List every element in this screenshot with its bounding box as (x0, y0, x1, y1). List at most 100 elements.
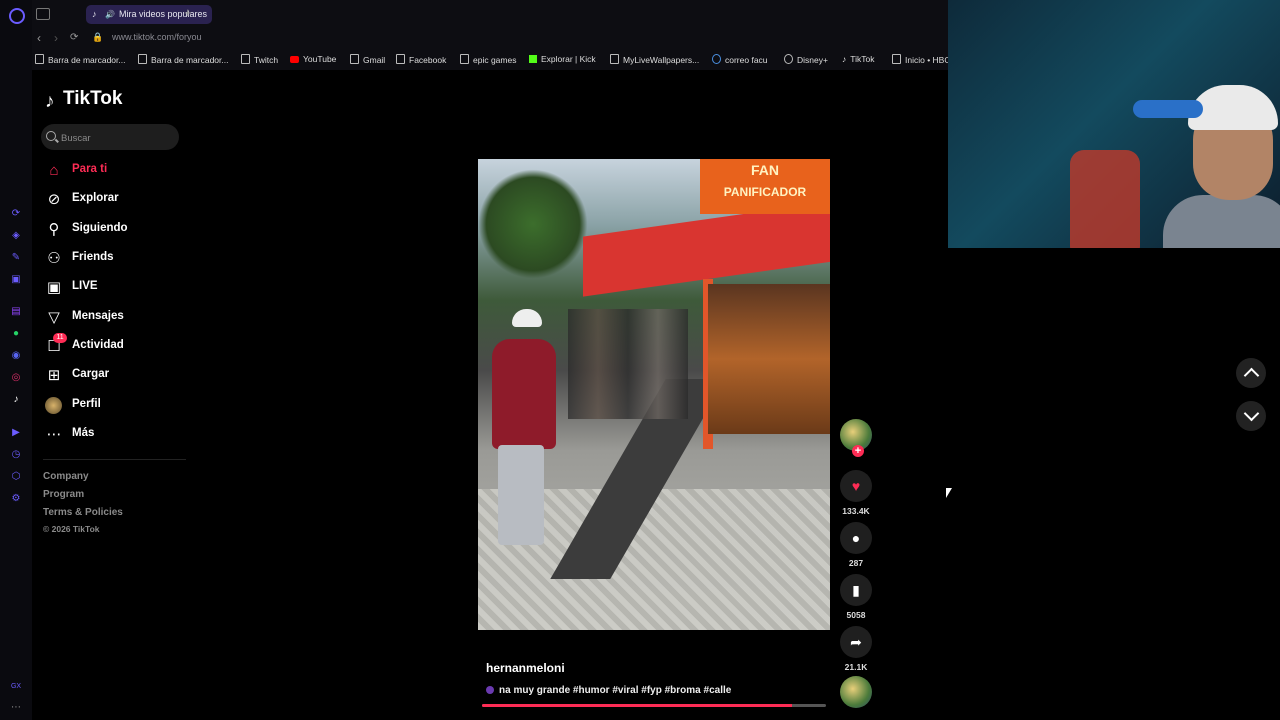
bookmark-item[interactable]: Barra de marcador... (35, 54, 125, 65)
bookmark-item[interactable]: Explorar | Kick (529, 54, 596, 64)
instagram-panel-icon[interactable]: ◎ (10, 372, 22, 384)
disney-icon (784, 54, 793, 64)
speaker-icon[interactable]: 🔊 (105, 10, 115, 19)
page-icon (610, 54, 619, 64)
extensions-panel-icon[interactable]: ⬡ (10, 471, 22, 483)
nav-item-siguiendo[interactable]: ⚲ Siguiendo (45, 218, 185, 242)
webcam-chair (1070, 150, 1140, 248)
bookmarks-bar: Barra de marcador... Barra de marcador..… (32, 48, 951, 70)
player-panel-icon[interactable]: ▶ (10, 427, 22, 439)
webcam-overlay (948, 0, 1280, 248)
forward-icon[interactable]: › (54, 31, 58, 45)
comment-button[interactable]: ● (840, 522, 872, 554)
user-follow-icon: ⚲ (48, 221, 60, 238)
video-player[interactable]: FAN PANIFICADOR (478, 159, 830, 630)
video-progress-bar[interactable] (482, 704, 826, 707)
reload-icon[interactable]: ⟳ (70, 32, 78, 43)
bookmark-item[interactable]: Barra de marcador... (138, 54, 228, 65)
nav-item-live[interactable]: ▣ LIVE (45, 276, 185, 300)
bookmark-item[interactable]: MyLiveWallpapers... (610, 54, 699, 65)
folder-icon (35, 54, 44, 64)
bookmark-item[interactable]: Twitch (241, 54, 278, 65)
chevron-down-icon (1243, 405, 1260, 422)
search-input[interactable] (59, 124, 173, 152)
bookmark-item[interactable]: correo facu (712, 54, 768, 65)
bookmark-item[interactable]: Gmail (350, 54, 385, 65)
profile-avatar-icon (45, 397, 62, 414)
share-button[interactable]: ➦ (840, 626, 872, 658)
whatsapp-panel-icon[interactable]: ● (10, 328, 22, 340)
footer-link-program[interactable]: Program (43, 489, 84, 500)
more-panel-icon[interactable]: ⋯ (10, 702, 22, 714)
page-icon (241, 54, 250, 64)
video-progress-fill (482, 704, 792, 707)
nav-item-explorar[interactable]: ⊘ Explorar (45, 188, 185, 212)
share-count: 21.1K (844, 662, 868, 672)
back-icon[interactable]: ‹ (37, 31, 41, 45)
kick-icon (529, 55, 537, 63)
bookmark-item[interactable]: epic games (460, 54, 516, 65)
nav-item-mensajes[interactable]: ▽ Mensajes (45, 306, 185, 330)
tiktok-logo[interactable]: ♪ TikTok (45, 88, 122, 112)
refresh-panel-icon[interactable]: ⟳ (10, 208, 22, 220)
save-button[interactable]: ▮ (840, 574, 872, 606)
footer-link-company[interactable]: Company (43, 471, 89, 482)
edit-panel-icon[interactable]: ✎ (10, 252, 22, 264)
page-icon (460, 54, 469, 64)
nav-item-actividad[interactable]: ☐ 11 Actividad (45, 333, 185, 359)
history-panel-icon[interactable]: ◷ (10, 449, 22, 461)
emoji-icon (486, 686, 494, 694)
tiktok-favicon-icon: ♪ (92, 9, 97, 19)
nav-item-para-ti[interactable]: ⌂ Para ti (45, 159, 185, 183)
search-icon (46, 131, 56, 141)
nav-item-cargar[interactable]: ⊞ Cargar (45, 364, 185, 388)
tiktok-note-icon: ♪ (45, 91, 55, 112)
save-count: 5058 (846, 610, 866, 620)
new-tab-icon[interactable]: + (184, 5, 192, 20)
opera-logo-icon[interactable] (9, 8, 25, 24)
discord-panel-icon[interactable]: ◉ (10, 350, 22, 362)
nav-item-perfil[interactable]: Perfil (45, 394, 185, 418)
bookmark-item[interactable]: Facebook (396, 54, 446, 65)
sidebar-divider (43, 459, 186, 460)
bookmark-item[interactable]: ♪ TikTok (842, 54, 875, 64)
upload-icon: ⊞ (47, 367, 61, 384)
tab-bar: ♪ 🔊 Mira videos populares + (32, 0, 948, 28)
comment-count: 287 (848, 558, 864, 568)
chevron-up-icon (1243, 367, 1260, 384)
mouse-cursor-icon (946, 488, 952, 498)
webcam-person-body (1163, 195, 1280, 248)
address-bar: ‹ › ⟳ 🔒 www.tiktok.com/foryou (32, 28, 948, 48)
footer-link-terms[interactable]: Terms & Policies (43, 507, 123, 518)
youtube-icon (290, 56, 299, 63)
page-icon (350, 54, 359, 64)
follow-plus-icon[interactable]: + (852, 445, 864, 457)
like-count: 133.4K (842, 506, 870, 516)
m-panel-icon[interactable]: ▣ (10, 274, 22, 286)
sound-avatar[interactable] (840, 676, 872, 708)
copyright-text: © 2026 TikTok (43, 524, 100, 534)
tab-active[interactable]: ♪ 🔊 Mira videos populares (86, 5, 212, 24)
compass-icon: ⊘ (47, 191, 61, 208)
ai-panel-icon[interactable]: ◈ (10, 230, 22, 242)
url-field[interactable]: www.tiktok.com/foryou (112, 32, 202, 42)
next-video-button[interactable] (1236, 401, 1266, 431)
bookmark-item[interactable]: Inicio • HBO (892, 54, 951, 65)
twitch-panel-icon[interactable]: ▤ (10, 306, 22, 318)
video-author[interactable]: hernanmeloni (486, 661, 565, 675)
gx-icon[interactable]: GX (10, 681, 22, 693)
settings-panel-icon[interactable]: ⚙ (10, 493, 22, 505)
nav-item-mas[interactable]: ⋯ Más (45, 423, 185, 447)
tab-switcher-icon[interactable] (36, 8, 50, 20)
bookmark-item[interactable]: YouTube (290, 54, 336, 64)
opera-sidebar: ⟳ ◈ ✎ ▣ ▤ ● ◉ ◎ ♪ ▶ ◷ ⬡ ⚙ GX ⋯ (0, 0, 32, 720)
like-button[interactable]: ♥ (840, 470, 872, 502)
home-icon: ⌂ (49, 162, 59, 179)
tiktok-icon: ♪ (842, 54, 847, 64)
send-icon: ▽ (48, 309, 60, 326)
bookmark-item[interactable]: Disney+ (784, 54, 828, 65)
tiktok-panel-icon[interactable]: ♪ (10, 394, 22, 406)
nav-item-friends[interactable]: ⚇ Friends (45, 247, 185, 271)
search-box[interactable] (41, 124, 179, 152)
previous-video-button[interactable] (1236, 358, 1266, 388)
